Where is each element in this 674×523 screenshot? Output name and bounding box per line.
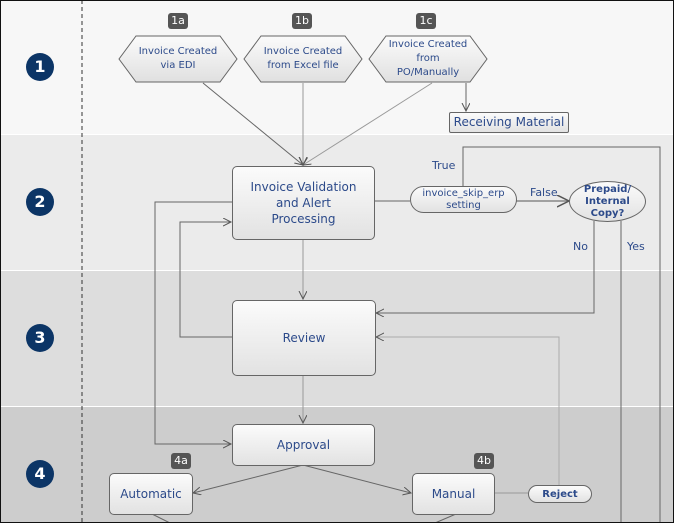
frame-border	[0, 0, 674, 523]
